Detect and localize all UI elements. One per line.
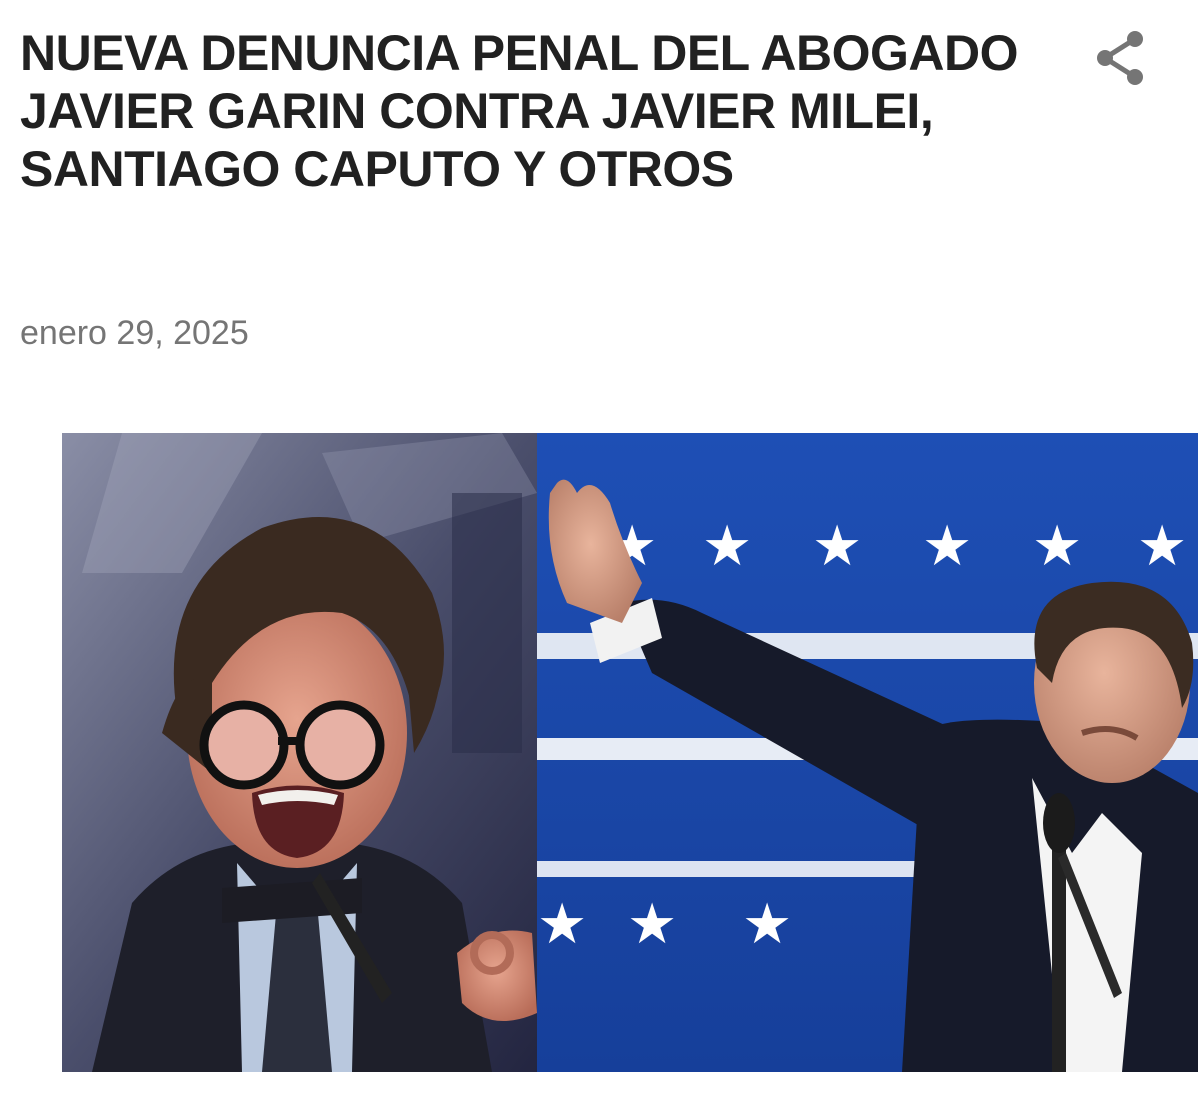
post-header: NUEVA DENUNCIA PENAL DEL ABOGADO JAVIER … [20,24,1070,198]
svg-text:★: ★ [742,892,792,957]
svg-text:★: ★ [702,514,752,579]
svg-text:★: ★ [537,892,587,957]
share-icon [1097,31,1143,85]
svg-text:★: ★ [922,514,972,579]
post-title: NUEVA DENUNCIA PENAL DEL ABOGADO JAVIER … [20,25,1018,197]
svg-text:★: ★ [627,892,677,957]
share-button[interactable] [1088,26,1152,90]
post-image[interactable]: ★ ★ ★ ★ ★ ★ ★ ★ ★ [62,433,1198,1072]
svg-text:★: ★ [1032,514,1082,579]
post-date: enero 29, 2025 [20,314,249,352]
svg-text:★: ★ [812,514,862,579]
svg-text:★: ★ [1137,514,1187,579]
